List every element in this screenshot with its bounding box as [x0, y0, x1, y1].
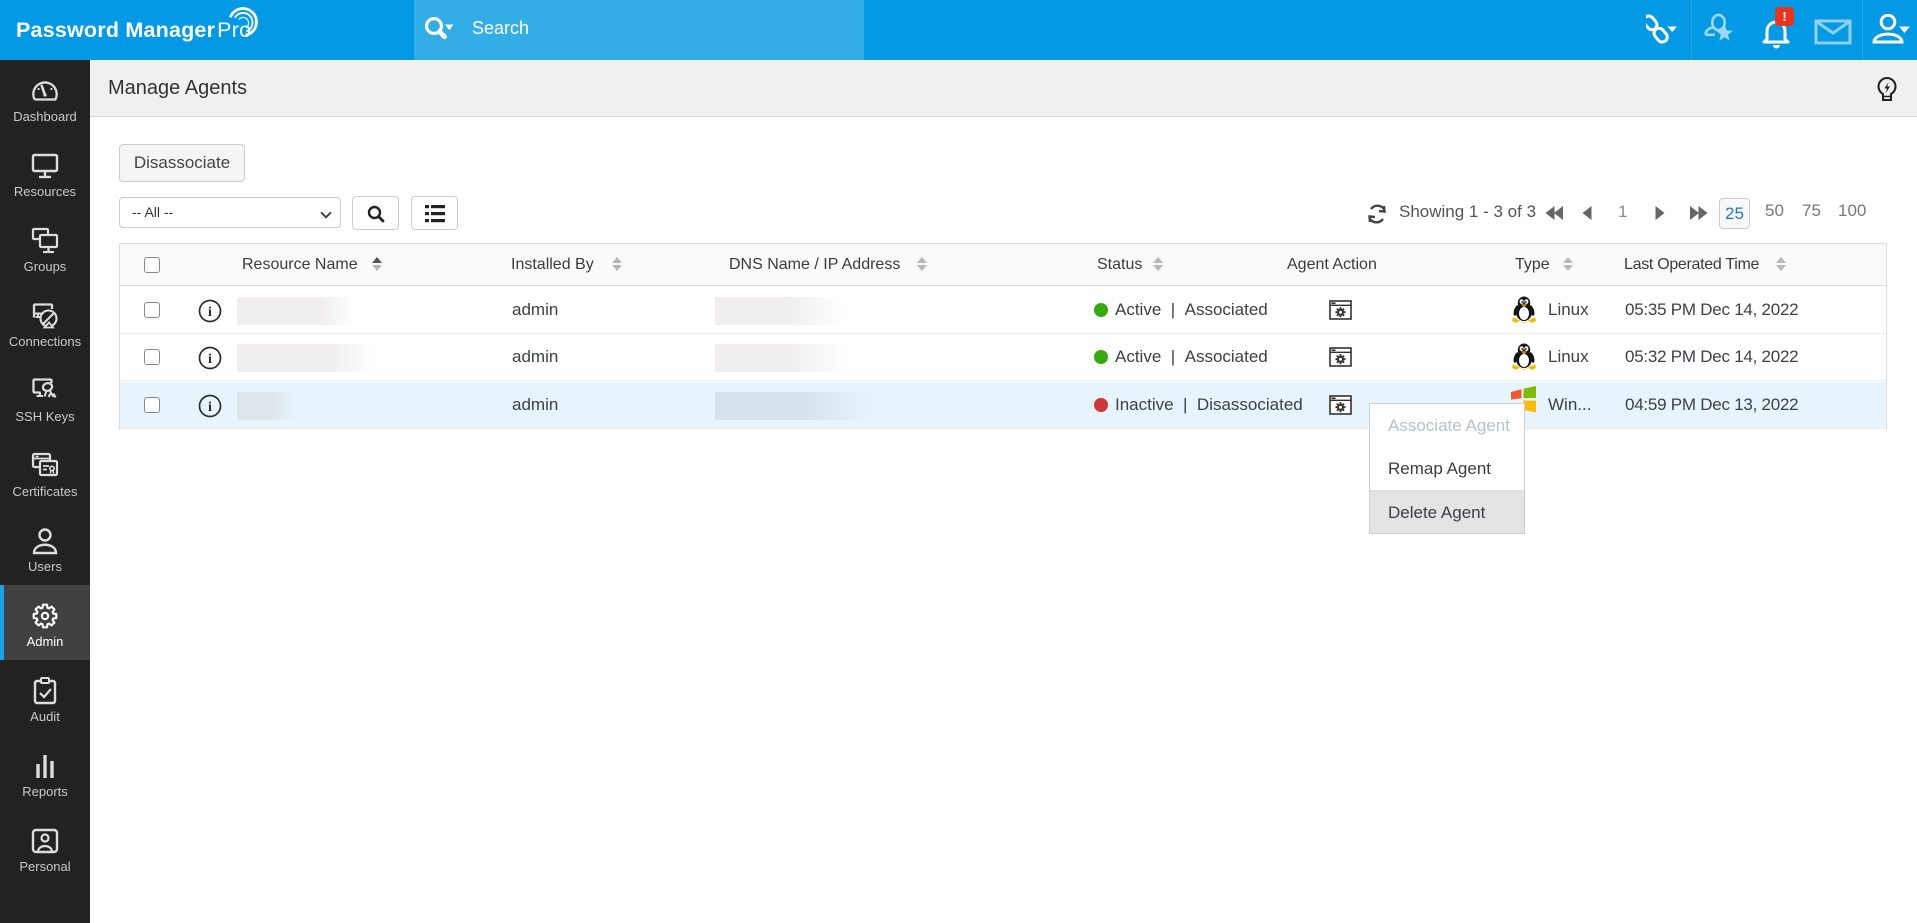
svg-text:i: i — [208, 352, 212, 367]
svg-text:i: i — [208, 305, 212, 320]
svg-text:i: i — [208, 400, 212, 415]
